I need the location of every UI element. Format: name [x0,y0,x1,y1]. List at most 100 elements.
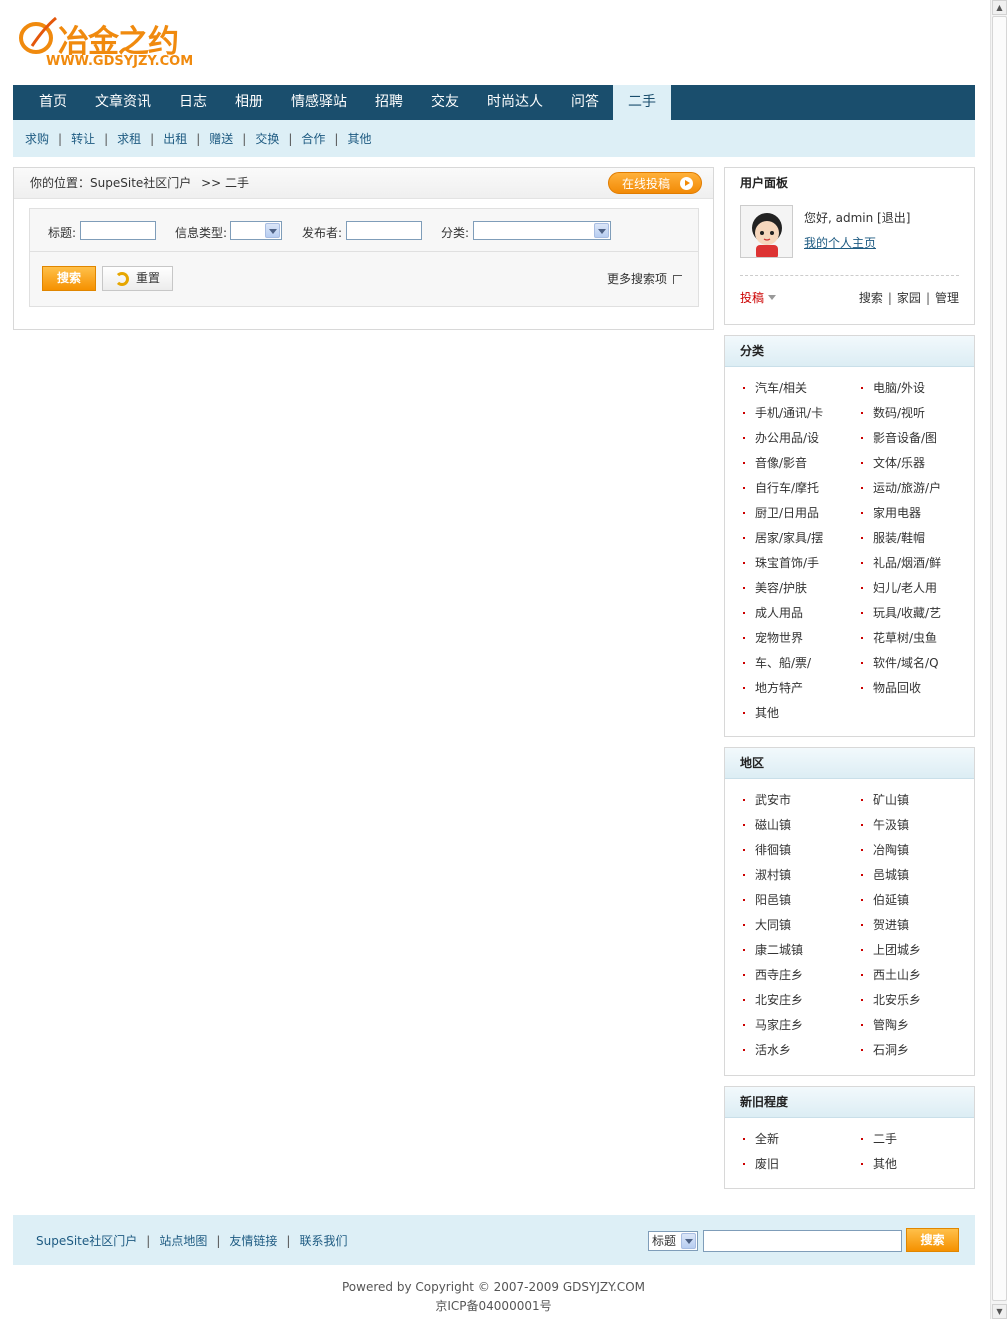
nav-item-fashion[interactable]: 时尚达人 [473,85,557,120]
region-item[interactable]: 西土山乡 [861,966,921,983]
site-logo[interactable]: 冶金之约 WWW.GDSYJZY.COM [18,14,193,74]
region-item[interactable]: 武安市 [743,791,791,808]
condition-item[interactable]: 二手 [861,1130,897,1147]
user-link-search[interactable]: 搜索 [859,291,883,305]
subnav-item-gift[interactable]: 赠送 [209,130,233,147]
author-input[interactable] [346,221,422,240]
scroll-down-arrow-icon[interactable]: ▼ [992,1304,1007,1319]
category-select[interactable] [473,221,611,240]
category-item[interactable]: 居家/家具/摆 [743,529,823,546]
link-separator: | [887,291,892,305]
my-home-link[interactable]: 我的个人主页 [804,234,876,251]
title-input[interactable] [80,221,156,240]
subnav-item-cooperate[interactable]: 合作 [301,130,325,147]
breadcrumb-home-link[interactable]: SupeSite社区门户 [90,176,191,190]
category-item[interactable]: 数码/视听 [861,404,925,421]
subnav-item-exchange[interactable]: 交换 [255,130,279,147]
nav-item-home[interactable]: 首页 [25,85,81,120]
category-item[interactable]: 汽车/相关 [743,379,807,396]
category-item[interactable]: 成人用品 [743,604,803,621]
category-item[interactable]: 妇儿/老人用 [861,579,937,596]
region-item[interactable]: 阳邑镇 [743,891,791,908]
nav-item-articles[interactable]: 文章资讯 [81,85,165,120]
subnav-item-other[interactable]: 其他 [347,130,371,147]
nav-item-friends[interactable]: 交友 [417,85,473,120]
region-item[interactable]: 管陶乡 [861,1016,909,1033]
category-item[interactable]: 音像/影音 [743,454,807,471]
condition-item[interactable]: 其他 [861,1155,897,1172]
category-item[interactable]: 软件/域名/Q [861,654,939,671]
nav-item-blog[interactable]: 日志 [165,85,221,120]
scroll-up-arrow-icon[interactable]: ▲ [992,0,1007,15]
category-item[interactable]: 运动/旅游/户 [861,479,941,496]
category-item[interactable]: 家用电器 [861,504,921,521]
nav-item-album[interactable]: 相册 [221,85,277,120]
nav-item-qa[interactable]: 问答 [557,85,613,120]
region-item[interactable]: 马家庄乡 [743,1016,803,1033]
region-item[interactable]: 淑村镇 [743,866,791,883]
category-item[interactable]: 办公用品/设 [743,429,819,446]
footer-link-friends[interactable]: 友情链接 [229,1234,277,1248]
user-link-admin[interactable]: 管理 [935,291,959,305]
region-item[interactable]: 伯延镇 [861,891,909,908]
region-item[interactable]: 北安庄乡 [743,991,803,1008]
category-item[interactable]: 物品回收 [861,679,921,696]
scrollbar-thumb[interactable] [992,16,1007,1301]
post-menu[interactable]: 投稿 [740,289,777,306]
region-item[interactable]: 贺进镇 [861,916,909,933]
footer-link-portal[interactable]: SupeSite社区门户 [36,1234,137,1248]
category-item[interactable]: 美容/护肤 [743,579,807,596]
category-item[interactable]: 服装/鞋帽 [861,529,925,546]
condition-item[interactable]: 废旧 [743,1155,779,1172]
vertical-scrollbar[interactable]: ▲ ▼ [990,0,1007,1319]
region-item[interactable]: 西寺庄乡 [743,966,803,983]
category-item[interactable]: 车、船/票/ [743,654,811,671]
nav-item-secondhand[interactable]: 二手 [613,85,671,120]
region-item[interactable]: 磁山镇 [743,816,791,833]
footer-search-input[interactable] [703,1230,902,1252]
region-item[interactable]: 午汲镇 [861,816,909,833]
category-item[interactable]: 珠宝首饰/手 [743,554,819,571]
footer-link-contact[interactable]: 联系我们 [299,1234,347,1248]
category-item[interactable]: 文体/乐器 [861,454,925,471]
user-link-home[interactable]: 家园 [897,291,921,305]
subnav-item-rent-out[interactable]: 出租 [163,130,187,147]
region-item[interactable]: 大同镇 [743,916,791,933]
footer-search-button[interactable]: 搜索 [906,1228,959,1252]
subnav-item-buy[interactable]: 求购 [25,130,49,147]
region-item[interactable]: 上团城乡 [861,941,921,958]
region-item[interactable]: 邑城镇 [861,866,909,883]
footer-search-type-select[interactable]: 标题 [648,1231,698,1251]
category-item[interactable]: 花草树/虫鱼 [861,629,937,646]
category-item[interactable]: 地方特产 [743,679,803,696]
subnav-item-want-rent[interactable]: 求租 [117,130,141,147]
region-item[interactable]: 康二城镇 [743,941,803,958]
bullet-icon [743,1138,745,1140]
category-item[interactable]: 宠物世界 [743,629,803,646]
region-item[interactable]: 活水乡 [743,1041,791,1058]
avatar[interactable] [740,205,793,258]
search-button[interactable]: 搜索 [42,266,96,291]
category-item[interactable]: 手机/通讯/卡 [743,404,823,421]
region-item[interactable]: 徘徊镇 [743,841,791,858]
more-search-link[interactable]: 更多搜索项 [607,270,682,287]
region-item[interactable]: 北安乐乡 [861,991,921,1008]
category-item[interactable]: 其他 [743,704,779,721]
nav-item-emotion[interactable]: 情感驿站 [277,85,361,120]
reset-button[interactable]: 重置 [102,266,173,291]
category-item[interactable]: 电脑/外设 [861,379,925,396]
category-item[interactable]: 礼品/烟酒/鲜 [861,554,941,571]
category-item[interactable]: 影音设备/图 [861,429,937,446]
footer-link-sitemap[interactable]: 站点地图 [159,1234,207,1248]
category-item[interactable]: 厨卫/日用品 [743,504,819,521]
subnav-item-transfer[interactable]: 转让 [71,130,95,147]
region-item[interactable]: 冶陶镇 [861,841,909,858]
condition-item[interactable]: 全新 [743,1130,779,1147]
category-item[interactable]: 自行车/摩托 [743,479,819,496]
nav-item-jobs[interactable]: 招聘 [361,85,417,120]
region-item[interactable]: 石洞乡 [861,1041,909,1058]
info-type-select[interactable] [230,221,282,240]
region-item[interactable]: 矿山镇 [861,791,909,808]
online-post-button[interactable]: 在线投稿 [608,172,702,194]
category-item[interactable]: 玩具/收藏/艺 [861,604,941,621]
